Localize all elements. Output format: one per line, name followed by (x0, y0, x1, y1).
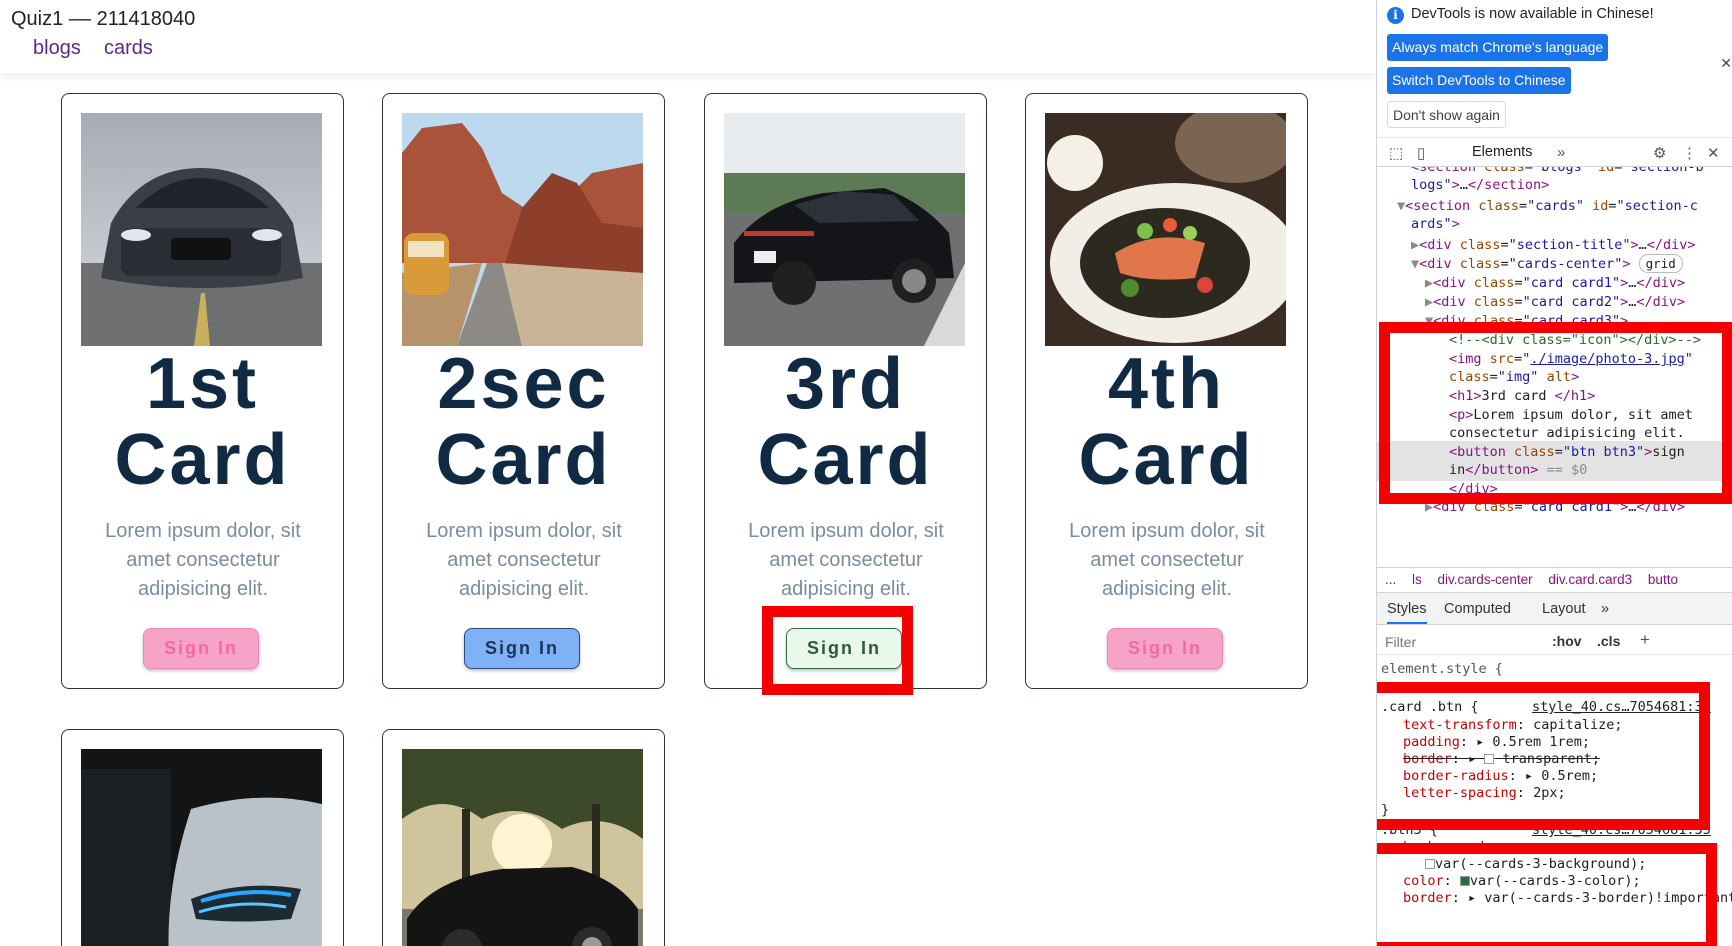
dom-tree: <section class="blogs" id="section-b log… (1377, 167, 1732, 567)
styles-filter-bar: Filter :hov .cls + (1377, 627, 1732, 655)
card-text: Lorem ipsum dolor, sit amet consectetur … (748, 520, 944, 600)
sign-in-button[interactable]: Sign In (143, 628, 259, 669)
tab-elements[interactable]: Elements (1472, 144, 1532, 160)
more-tabs-icon[interactable]: » (1557, 144, 1565, 161)
nav-link-cards[interactable]: cards (104, 37, 153, 60)
device-toolbar-icon[interactable]: ▯ (1417, 144, 1425, 162)
cls-toggle[interactable]: .cls (1597, 633, 1620, 649)
devtools-toolbar: ⬚ ▯ Elements » ⚙ ⋮ ✕ (1377, 137, 1732, 167)
close-notice-icon[interactable]: ✕ (1720, 55, 1732, 72)
filter-input[interactable]: Filter (1385, 634, 1416, 650)
desert-road-van-photo (402, 113, 643, 346)
salmon-dish-photo (1045, 113, 1286, 346)
switch-chinese-button[interactable]: Switch DevTools to Chinese (1387, 67, 1571, 94)
close-devtools-icon[interactable]: ✕ (1707, 144, 1720, 162)
black-porsche-photo (724, 113, 965, 346)
sign-in-button[interactable]: Sign In (464, 628, 580, 669)
white-audi-headlight-photo (81, 749, 322, 946)
match-language-button[interactable]: Always match Chrome's language (1387, 34, 1609, 61)
card-title: 4th Card (1078, 344, 1255, 500)
black-mustang-sunset-photo (402, 749, 643, 946)
tab-styles[interactable]: Styles (1387, 601, 1427, 624)
kebab-menu-icon[interactable]: ⋮ (1682, 144, 1697, 162)
styles-pane: element.style { .card .btn { style_40.cs… (1381, 661, 1732, 906)
new-rule-icon[interactable]: + (1640, 630, 1650, 650)
more-tabs-icon[interactable]: » (1601, 601, 1609, 617)
card-5 (61, 729, 344, 946)
card-1: 1st Card Lorem ipsum dolor, sit amet cons… (61, 93, 344, 689)
card-text: Lorem ipsum dolor, sit amet consectetur … (426, 520, 622, 600)
site-title: Quiz1 –– 211418040 (11, 8, 196, 30)
card-title: 1st Card (114, 344, 291, 500)
tab-computed[interactable]: Computed (1444, 601, 1511, 617)
info-icon: i (1387, 7, 1404, 24)
styles-tab-bar: Styles Computed Layout » (1377, 593, 1732, 625)
sign-in-button[interactable]: Sign In (786, 628, 902, 669)
language-notice-text: DevTools is now available in Chinese! (1411, 6, 1654, 22)
breadcrumb: ... ls div.cards-center div.card.card3 b… (1377, 567, 1732, 593)
inspect-element-icon[interactable]: ⬚ (1389, 144, 1403, 162)
card-text: Lorem ipsum dolor, sit amet consectetur … (1069, 520, 1265, 600)
nav-link-blogs[interactable]: blogs (33, 37, 81, 60)
hov-toggle[interactable]: :hov (1552, 633, 1582, 649)
card-3: 3rd Card Lorem ipsum dolor, sit amet cons… (704, 93, 987, 689)
sign-in-button[interactable]: Sign In (1107, 628, 1223, 669)
gear-icon[interactable]: ⚙ (1653, 144, 1666, 162)
devtools-panel: i DevTools is now available in Chinese! … (1376, 0, 1732, 946)
tab-layout[interactable]: Layout (1542, 601, 1586, 617)
card-text: Lorem ipsum dolor, sit amet consectetur … (105, 520, 301, 600)
card-title: 2sec Card (435, 344, 612, 500)
card-6 (382, 729, 665, 946)
dont-show-again-button[interactable]: Don't show again (1387, 101, 1506, 128)
grid-badge[interactable]: grid (1638, 254, 1683, 273)
card-2: 2sec Card Lorem ipsum dolor, sit amet con… (382, 93, 665, 689)
card-4: 4th Card Lorem ipsum dolor, sit amet cons… (1025, 93, 1308, 689)
card-title: 3rd Card (757, 344, 934, 500)
top-navbar: Quiz1 –– 211418040 blogs cards (0, 0, 1376, 73)
gray-mustang-car-photo (81, 113, 322, 346)
web-page: Quiz1 –– 211418040 blogs cards 1st Card L… (0, 0, 1376, 946)
